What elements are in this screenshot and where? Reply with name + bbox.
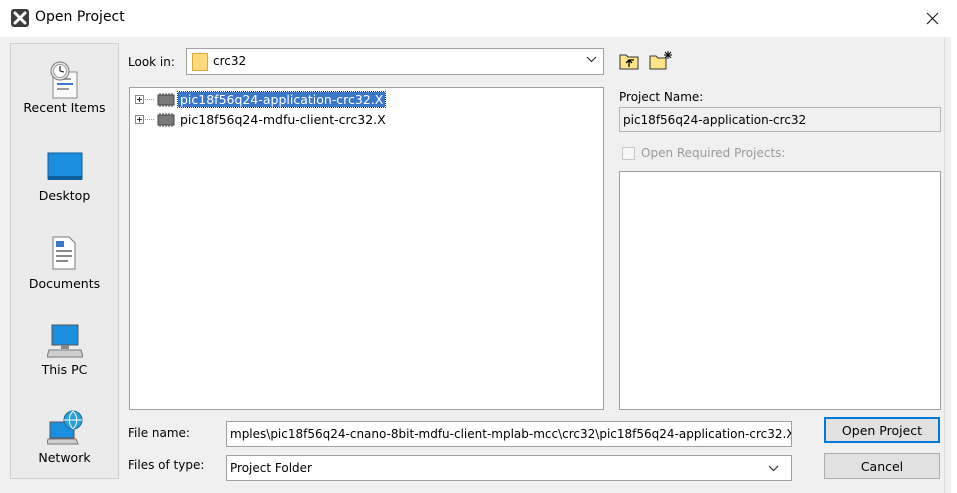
file-name-value: mples\pic18f56q24-cnano-8bit-mdfu-client… xyxy=(230,427,792,441)
open-project-button-label: Open Project xyxy=(841,423,923,438)
required-projects-list[interactable] xyxy=(619,171,941,410)
file-name-text: pic18f56q24-application-crc32.X xyxy=(176,91,387,108)
network-icon xyxy=(47,410,83,445)
place-documents[interactable]: Documents xyxy=(11,232,118,294)
chevron-down-icon xyxy=(586,56,597,63)
look-in-value: crc32 xyxy=(213,54,247,68)
expand-icon[interactable] xyxy=(135,95,144,104)
close-button[interactable] xyxy=(918,6,948,30)
files-of-type-dropdown[interactable]: Project Folder xyxy=(226,455,792,481)
place-label: Desktop xyxy=(38,188,91,203)
open-required-projects-checkbox[interactable] xyxy=(622,147,635,160)
window-title: Open Project xyxy=(35,9,125,25)
files-of-type-value: Project Folder xyxy=(230,461,312,475)
cancel-button[interactable]: Cancel xyxy=(824,453,940,479)
this-pc-icon xyxy=(47,324,83,358)
file-name-input[interactable]: mples\pic18f56q24-cnano-8bit-mdfu-client… xyxy=(226,421,792,447)
file-name-text: pic18f56q24-mdfu-client-crc32.X xyxy=(180,112,386,127)
window-edge xyxy=(944,37,945,493)
project-chip-icon xyxy=(157,93,175,107)
desktop-icon xyxy=(47,152,83,180)
close-icon xyxy=(926,12,939,25)
place-this-pc[interactable]: This PC xyxy=(11,320,118,382)
project-name-value: pic18f56q24-application-crc32 xyxy=(623,113,807,127)
expand-icon[interactable] xyxy=(135,115,144,124)
list-item[interactable]: pic18f56q24-application-crc32.X xyxy=(130,91,600,109)
up-one-level-icon[interactable] xyxy=(619,52,639,70)
look-in-dropdown[interactable]: crc32 xyxy=(186,48,604,75)
place-desktop[interactable]: Desktop xyxy=(11,148,118,208)
recent-items-icon xyxy=(50,61,78,99)
documents-icon xyxy=(52,236,76,270)
new-folder-icon[interactable] xyxy=(649,50,673,70)
place-label: Network xyxy=(38,450,91,465)
tree-connector xyxy=(145,119,154,120)
title-bar: Open Project xyxy=(0,0,957,37)
folder-icon xyxy=(192,53,208,71)
places-bar: Recent Items Desktop Documents This PC N… xyxy=(10,43,119,479)
file-list[interactable]: pic18f56q24-application-crc32.X pic18f56… xyxy=(129,87,604,410)
place-label: This PC xyxy=(41,362,88,377)
place-label: Documents xyxy=(28,276,101,291)
place-label: Recent Items xyxy=(23,100,106,115)
project-name-label: Project Name: xyxy=(619,90,704,104)
look-in-label: Look in: xyxy=(128,55,175,69)
place-network[interactable]: Network xyxy=(11,408,118,470)
project-name-field: pic18f56q24-application-crc32 xyxy=(619,107,941,132)
files-of-type-label: Files of type: xyxy=(128,458,205,472)
open-project-button[interactable]: Open Project xyxy=(824,417,940,443)
cancel-button-label: Cancel xyxy=(860,459,904,474)
list-item[interactable]: pic18f56q24-mdfu-client-crc32.X xyxy=(130,111,600,129)
chevron-down-icon xyxy=(768,465,779,472)
open-required-projects-label: Open Required Projects: xyxy=(641,146,786,160)
file-name-label: File name: xyxy=(128,426,190,440)
window-edge-background xyxy=(951,37,957,493)
place-recent-items[interactable]: Recent Items xyxy=(11,56,118,128)
tree-connector xyxy=(145,99,154,100)
project-chip-icon xyxy=(157,113,175,127)
app-logo-icon xyxy=(11,9,29,27)
